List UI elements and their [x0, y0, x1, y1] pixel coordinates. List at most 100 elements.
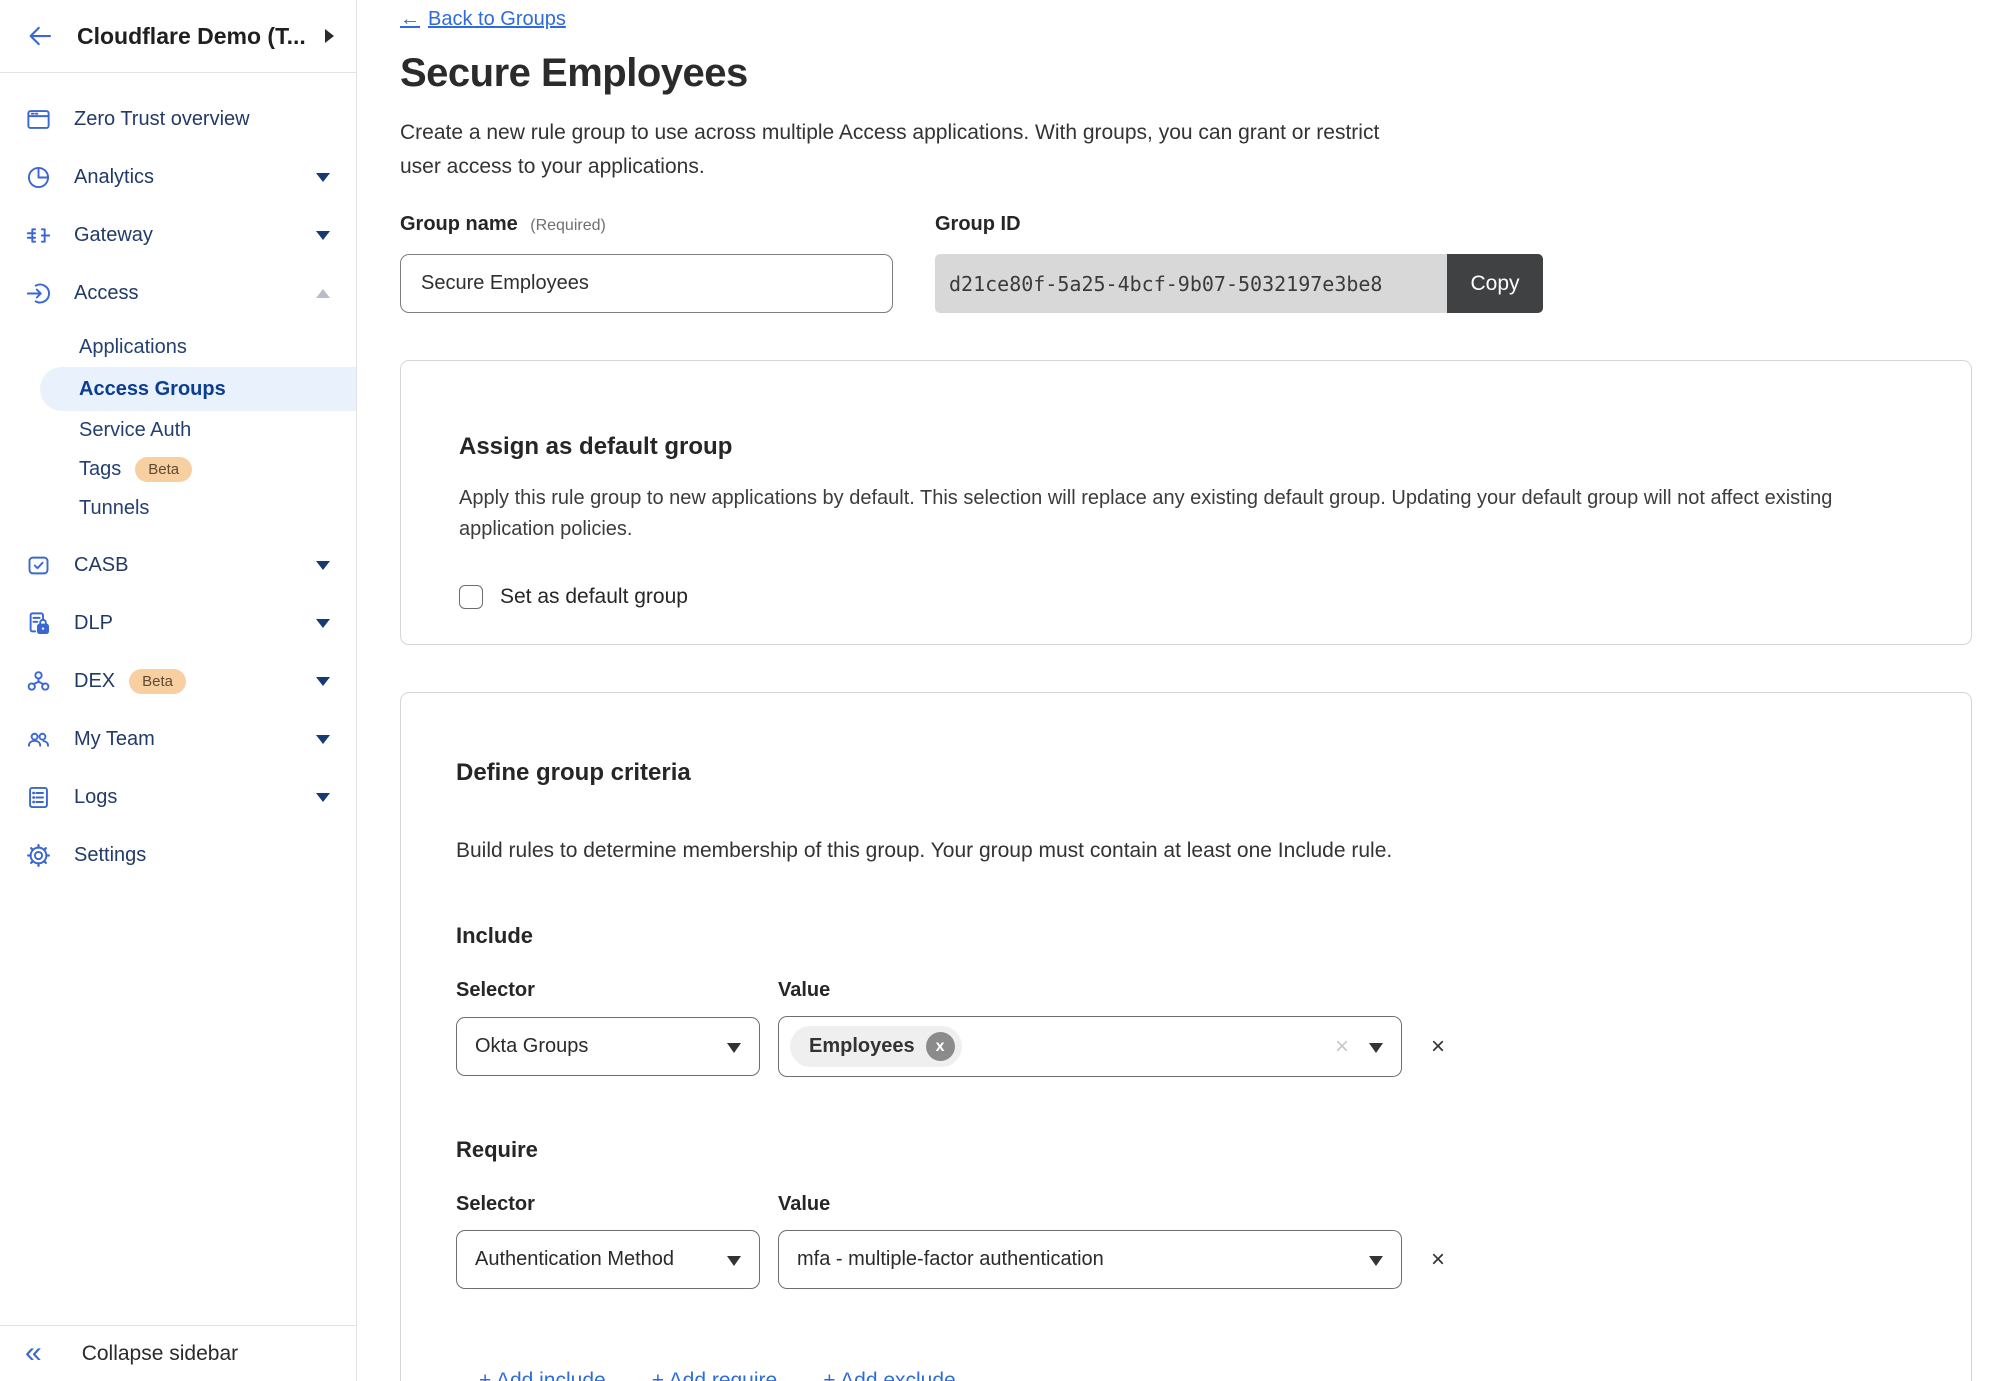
group-id-value: d21ce80f-5a25-4bcf-9b07-5032197e3be8: [935, 254, 1447, 313]
page-title: Secure Employees: [400, 51, 1999, 96]
main-content: ← Back to Groups Secure Employees Create…: [357, 0, 1999, 1381]
network-nodes-icon: [25, 668, 52, 695]
sidebar-item-settings[interactable]: Settings: [0, 832, 356, 878]
sidebar-item-dlp[interactable]: DLP: [0, 600, 356, 646]
sidebar-item-dex[interactable]: DEX Beta: [0, 658, 356, 704]
include-rule-row: Okta Groups Employees x × ×: [456, 1016, 1913, 1077]
sidebar-item-label: DEX: [74, 670, 115, 693]
rule-actions: + Add include + Add require + Add exclud…: [479, 1369, 1913, 1381]
sidebar-item-label: Tags: [79, 458, 121, 481]
sidebar-item-my-team[interactable]: My Team: [0, 716, 356, 762]
group-id-assembly: d21ce80f-5a25-4bcf-9b07-5032197e3be8 Cop…: [935, 254, 1543, 313]
chevron-down-icon: [727, 1043, 741, 1053]
sidebar-item-gateway[interactable]: Gateway: [0, 212, 356, 258]
require-selector-value: Authentication Method: [475, 1248, 674, 1271]
sidebar-item-casb[interactable]: CASB: [0, 542, 356, 588]
gear-icon: [25, 842, 52, 869]
beta-badge: Beta: [135, 457, 192, 482]
sidebar-item-applications[interactable]: Applications: [0, 328, 356, 367]
sidebar-item-label: Analytics: [74, 166, 154, 189]
sidebar-item-label: DLP: [74, 612, 113, 635]
sidebar-item-zero-trust-overview[interactable]: Zero Trust overview: [0, 96, 356, 142]
sidebar-item-label: CASB: [74, 554, 128, 577]
chevron-down-icon[interactable]: [316, 735, 330, 744]
chevron-down-icon[interactable]: [316, 173, 330, 182]
sidebar-item-logs[interactable]: Logs: [0, 774, 356, 820]
require-rule-row: Authentication Method mfa - multiple-fac…: [456, 1230, 1913, 1289]
selector-label: Selector: [456, 1193, 778, 1216]
sidebar-item-label: My Team: [74, 728, 155, 751]
casb-icon: [25, 552, 52, 579]
left-arrow-icon: ←: [400, 8, 420, 31]
app-root: Cloudflare Demo (T... Zero Trust overvie…: [0, 0, 1999, 1381]
set-default-group-checkbox[interactable]: [459, 585, 483, 609]
chevron-up-icon[interactable]: [316, 289, 330, 298]
beta-badge: Beta: [129, 669, 186, 694]
collapse-sidebar-label: Collapse sidebar: [82, 1342, 238, 1366]
selector-label: Selector: [456, 979, 778, 1002]
sidebar-item-label: Zero Trust overview: [74, 108, 250, 131]
sidebar-item-label: Gateway: [74, 224, 153, 247]
access-login-icon: [25, 280, 52, 307]
chevron-down-icon[interactable]: [316, 619, 330, 628]
sidebar-item-tags[interactable]: Tags Beta: [0, 450, 356, 489]
sidebar-item-access-groups[interactable]: Access Groups: [40, 367, 356, 411]
sidebar-item-label: Logs: [74, 786, 117, 809]
add-exclude-link[interactable]: + Add exclude: [823, 1369, 956, 1381]
gateway-icon: [25, 222, 52, 249]
default-group-card: Assign as default group Apply this rule …: [400, 360, 1972, 645]
chevron-down-icon[interactable]: [1369, 1043, 1383, 1053]
require-labels: Selector Value: [456, 1193, 1913, 1216]
add-include-link[interactable]: + Add include: [479, 1369, 606, 1381]
criteria-card: Define group criteria Build rules to det…: [400, 692, 1972, 1381]
copy-button[interactable]: Copy: [1447, 254, 1543, 313]
sidebar-item-label: Access Groups: [79, 378, 226, 401]
include-value-multiselect[interactable]: Employees x ×: [778, 1016, 1402, 1077]
group-name-label: Group name: [400, 213, 518, 235]
require-selector-dropdown[interactable]: Authentication Method: [456, 1230, 760, 1289]
page-description: Create a new rule group to use across mu…: [400, 116, 1400, 183]
require-heading: Require: [456, 1137, 1913, 1163]
sidebar-item-analytics[interactable]: Analytics: [0, 154, 356, 200]
require-value-dropdown[interactable]: mfa - multiple-factor authentication: [778, 1230, 1402, 1289]
required-hint: (Required): [530, 217, 606, 234]
group-id-label: Group ID: [935, 213, 1543, 236]
sidebar: Cloudflare Demo (T... Zero Trust overvie…: [0, 0, 357, 1381]
account-name: Cloudflare Demo (T...: [77, 23, 317, 50]
sidebar-item-label: Settings: [74, 844, 146, 867]
value-chip: Employees x: [790, 1026, 962, 1067]
collapse-sidebar-button[interactable]: « Collapse sidebar: [0, 1325, 356, 1381]
browser-window-icon: [25, 106, 52, 133]
value-chip-label: Employees: [809, 1035, 915, 1058]
sidebar-item-label: Applications: [79, 336, 187, 359]
chevron-down-icon: [727, 1256, 741, 1266]
sidebar-item-service-auth[interactable]: Service Auth: [0, 411, 356, 450]
group-form-row: Group name (Required) Group ID d21ce80f-…: [400, 213, 1999, 313]
back-to-groups-link[interactable]: ← Back to Groups: [400, 8, 566, 31]
chevron-down-icon[interactable]: [316, 677, 330, 686]
document-lock-icon: [25, 610, 52, 637]
account-switcher[interactable]: Cloudflare Demo (T...: [0, 0, 356, 73]
chip-remove-icon[interactable]: x: [926, 1032, 955, 1061]
sidebar-item-label: Tunnels: [79, 497, 149, 520]
double-chevron-left-icon: «: [25, 1338, 42, 1368]
group-name-input[interactable]: [400, 254, 893, 313]
chevron-down-icon[interactable]: [316, 231, 330, 240]
chevron-down-icon[interactable]: [316, 793, 330, 802]
chevron-down-icon[interactable]: [316, 561, 330, 570]
remove-require-rule-button[interactable]: ×: [1431, 1248, 1445, 1272]
back-arrow-icon[interactable]: [25, 19, 59, 53]
back-link-label: Back to Groups: [428, 8, 566, 31]
access-sub-menu: Applications Access Groups Service Auth …: [0, 328, 356, 528]
set-default-group-row[interactable]: Set as default group: [459, 585, 1913, 609]
sidebar-item-tunnels[interactable]: Tunnels: [0, 489, 356, 528]
remove-include-rule-button[interactable]: ×: [1431, 1035, 1445, 1059]
chevron-down-icon: [1369, 1256, 1383, 1266]
clear-values-icon[interactable]: ×: [1335, 1033, 1349, 1061]
sidebar-item-label: Service Auth: [79, 419, 191, 442]
chevron-right-icon[interactable]: [325, 29, 334, 43]
include-selector-dropdown[interactable]: Okta Groups: [456, 1017, 760, 1076]
add-require-link[interactable]: + Add require: [652, 1369, 778, 1381]
sidebar-item-access[interactable]: Access: [0, 270, 356, 316]
pie-chart-icon: [25, 164, 52, 191]
